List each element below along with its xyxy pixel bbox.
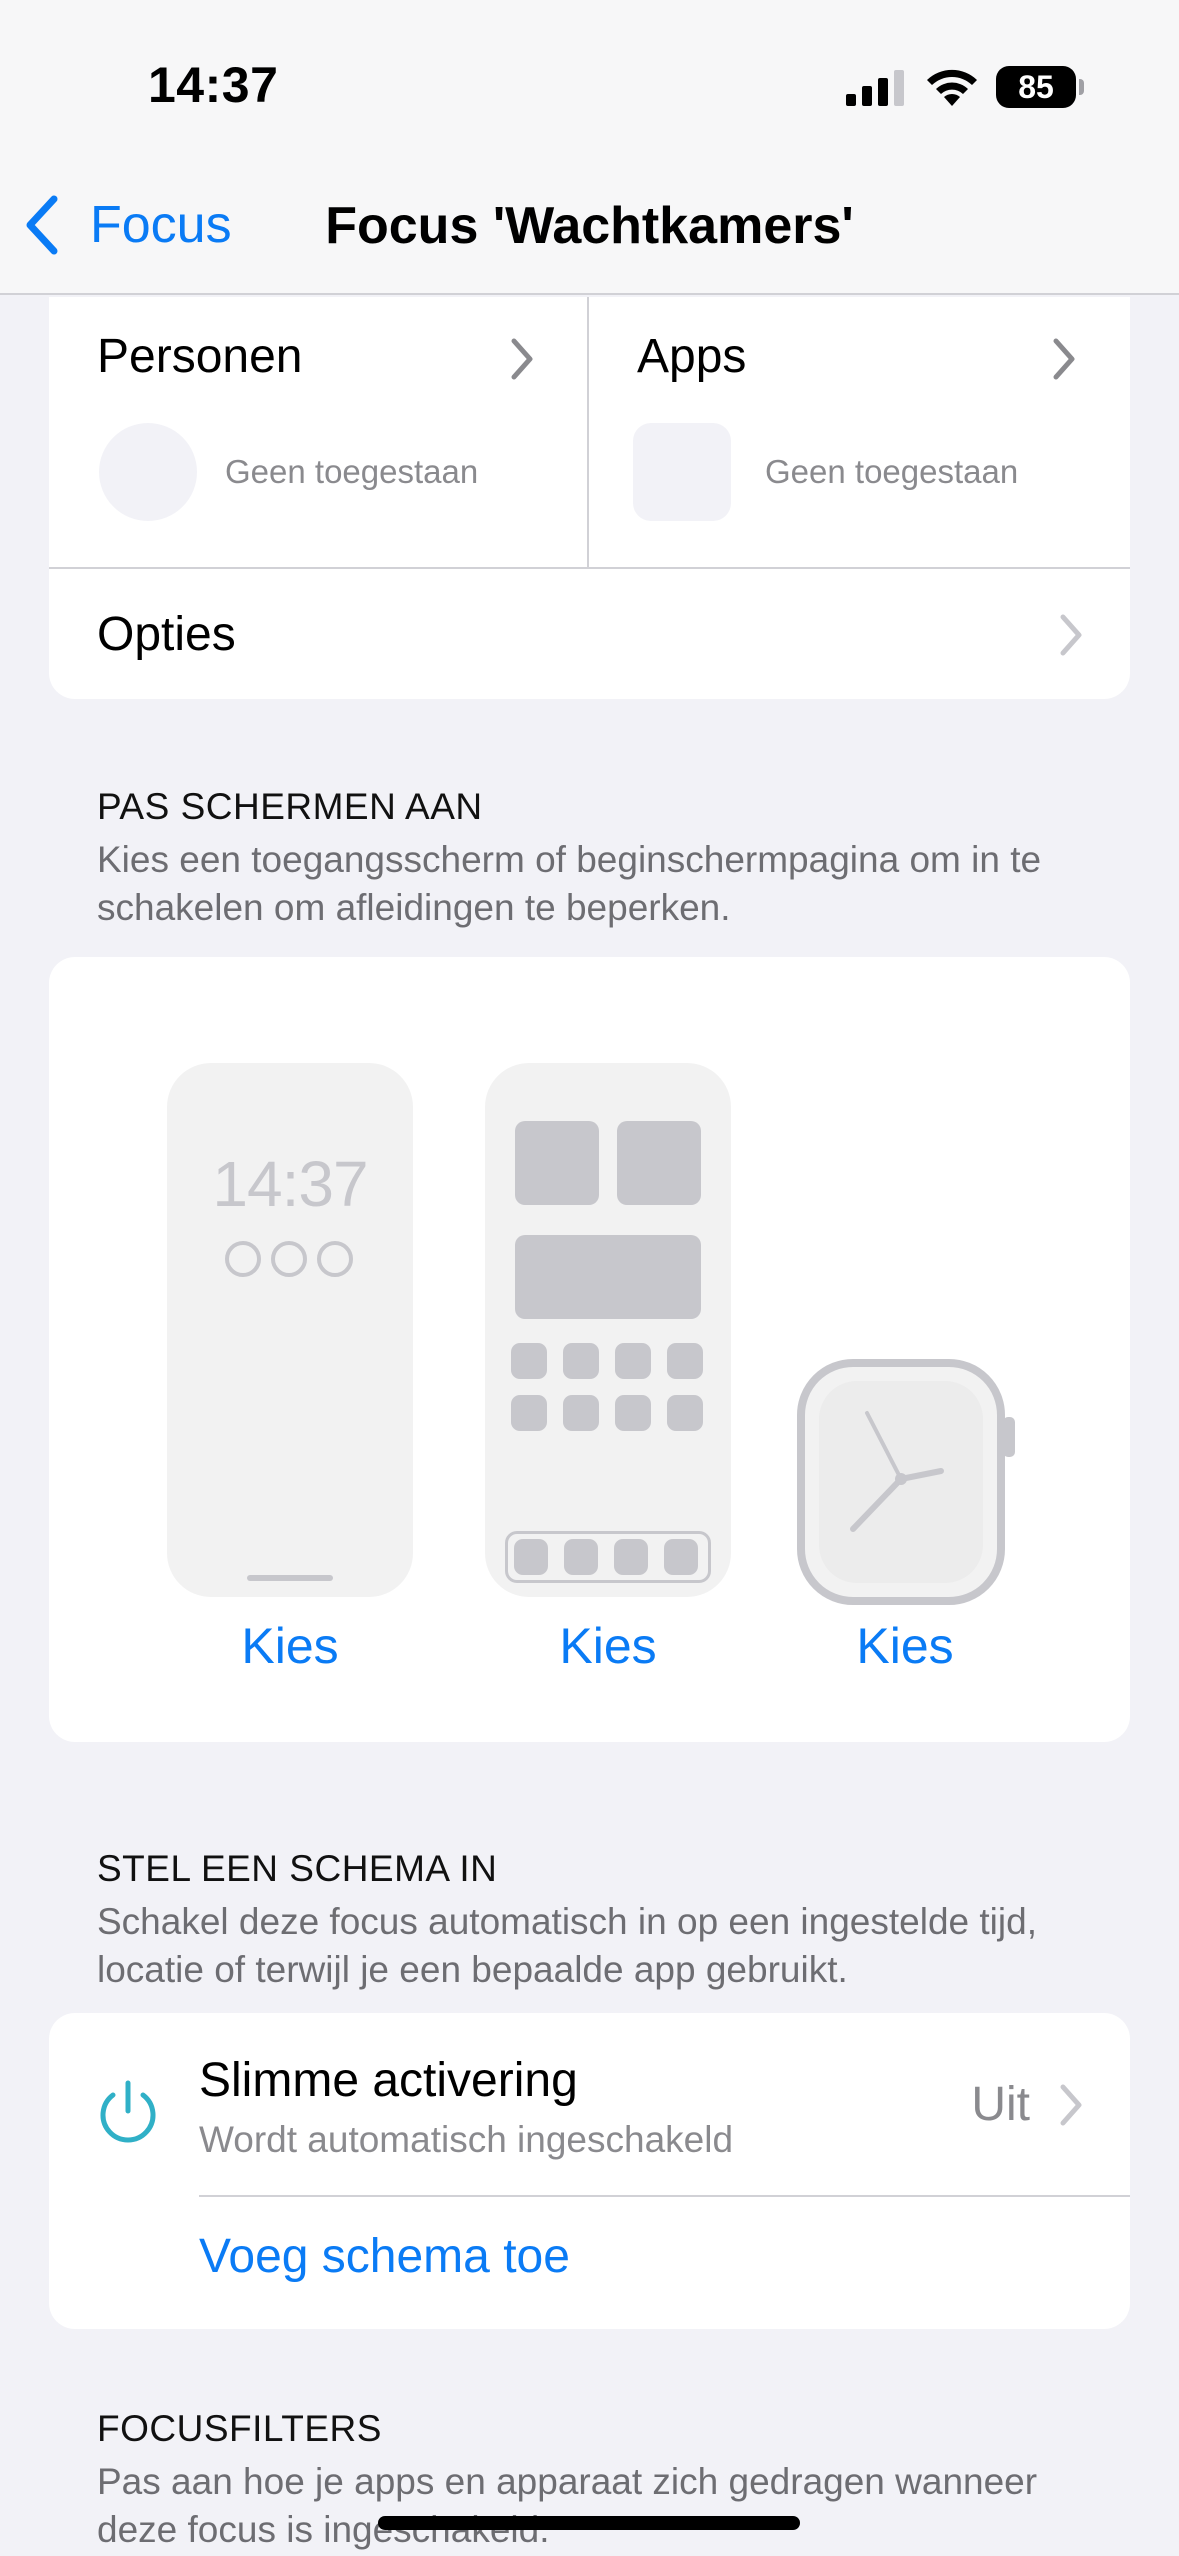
- people-cell[interactable]: Personen Geen toegestaan: [49, 297, 589, 567]
- schedule-card: Slimme activering Wordt automatisch inge…: [49, 2013, 1130, 2329]
- dock-placeholder: [505, 1531, 711, 1583]
- app-icon-placeholder: [633, 423, 731, 521]
- home-indicator[interactable]: [378, 2516, 800, 2530]
- battery-icon: 85: [996, 66, 1084, 108]
- choose-home-screen-button[interactable]: Kies: [488, 1617, 728, 1675]
- smart-activation-row[interactable]: Slimme activering Wordt automatisch inge…: [49, 2013, 1130, 2195]
- choose-lock-screen-button[interactable]: Kies: [170, 1617, 410, 1675]
- schedule-section-description: Schakel deze focus automatisch in op een…: [97, 1901, 1037, 1990]
- smart-activation-value: Uit: [971, 2078, 1030, 2131]
- smart-activation-subtitle: Wordt automatisch ingeschakeld: [199, 2119, 734, 2160]
- apps-cell[interactable]: Apps Geen toegestaan: [589, 297, 1129, 567]
- add-schedule-button[interactable]: Voeg schema toe: [199, 2229, 570, 2284]
- cellular-signal-icon: [846, 70, 904, 106]
- app-placeholder: [667, 1395, 703, 1431]
- choose-watch-face-button[interactable]: Kies: [785, 1617, 1025, 1675]
- schedule-section-header: STEL EEN SCHEMA IN: [97, 1848, 498, 1889]
- widget-placeholder: [617, 1121, 701, 1205]
- screens-card: 14:37 Kies Kies Kies: [49, 957, 1130, 1742]
- chevron-right-icon: [1060, 2084, 1082, 2126]
- chevron-right-icon: [1053, 338, 1075, 380]
- top-bar: 14:37 85 Focus Focus 'Wachtkamers': [0, 0, 1179, 295]
- watch-face-preview[interactable]: [795, 1357, 1055, 1607]
- widget-placeholder: [515, 1235, 701, 1319]
- app-placeholder: [615, 1395, 651, 1431]
- app-placeholder: [615, 1343, 651, 1379]
- options-row[interactable]: Opties: [49, 567, 1130, 699]
- allowed-card: Personen Geen toegestaan Apps Geen toege…: [49, 297, 1130, 699]
- app-placeholder: [511, 1395, 547, 1431]
- apps-title: Apps: [637, 330, 747, 383]
- app-placeholder: [667, 1343, 703, 1379]
- app-placeholder: [511, 1343, 547, 1379]
- lock-screen-preview[interactable]: 14:37: [167, 1063, 413, 1597]
- app-placeholder: [563, 1343, 599, 1379]
- lock-screen-home-bar: [247, 1575, 333, 1581]
- home-screen-preview[interactable]: [485, 1063, 731, 1597]
- people-avatar-placeholder: [99, 423, 197, 521]
- power-icon: [100, 2080, 156, 2143]
- options-label: Opties: [97, 608, 236, 661]
- filters-section-header: FOCUSFILTERS: [97, 2408, 382, 2449]
- people-subtitle: Geen toegestaan: [225, 453, 479, 490]
- apps-subtitle: Geen toegestaan: [765, 453, 1019, 490]
- app-placeholder: [563, 1395, 599, 1431]
- filters-section-description: Pas aan hoe je apps en apparaat zich ged…: [97, 2461, 1038, 2550]
- chevron-right-icon: [1060, 614, 1082, 656]
- lock-screen-widgets: [225, 1241, 353, 1277]
- wifi-icon: [927, 69, 977, 106]
- widget-placeholder: [515, 1121, 599, 1205]
- screens-section-header: PAS SCHERMEN AAN: [97, 786, 483, 827]
- divider: [199, 2195, 1130, 2197]
- page-title: Focus 'Wachtkamers': [325, 197, 854, 255]
- lock-screen-time: 14:37: [212, 1148, 368, 1220]
- status-time: 14:37: [148, 57, 279, 113]
- smart-activation-title: Slimme activering: [199, 2054, 578, 2107]
- chevron-right-icon: [511, 338, 533, 380]
- people-title: Personen: [97, 330, 303, 383]
- screens-section-description: Kies een toegangsscherm of beginschermpa…: [97, 839, 1042, 928]
